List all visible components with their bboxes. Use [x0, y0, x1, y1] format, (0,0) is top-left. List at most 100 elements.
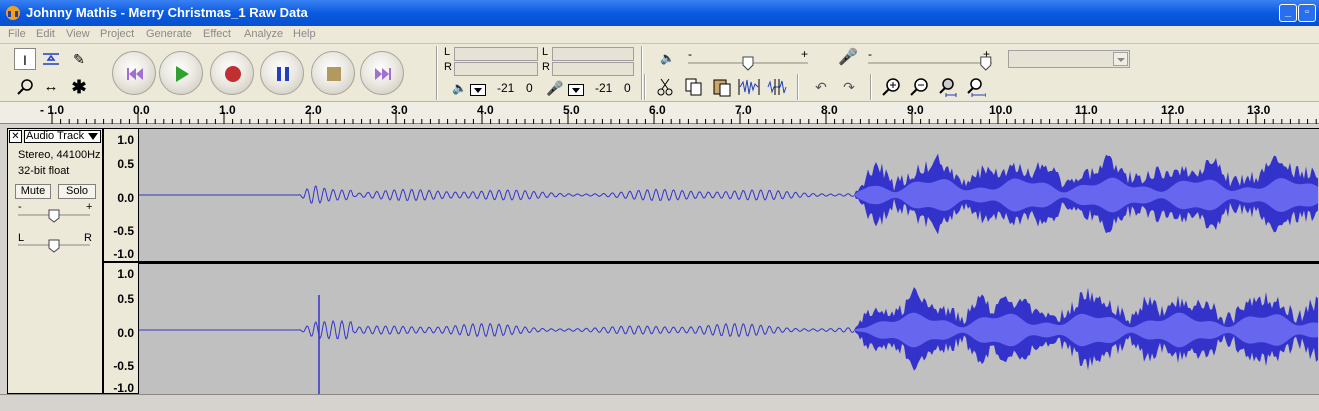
selection-tool-icon[interactable]: I: [14, 48, 36, 70]
waveform-line: [139, 185, 855, 205]
track-name: Audio Track: [26, 130, 85, 142]
ruler-tick: 6.0: [649, 103, 666, 117]
menu-edit[interactable]: Edit: [36, 28, 55, 40]
vtick: -0.5: [113, 224, 134, 238]
zoom-tool-icon[interactable]: [14, 76, 36, 98]
envelope-tool-icon[interactable]: [40, 48, 62, 70]
skip-end-button[interactable]: [360, 51, 404, 95]
waveform-rms: [854, 312, 1318, 348]
vertical-ruler: 1.0 0.5 0.0 -0.5 -1.0 1.0 0.5 0.0 -0.5 -…: [103, 128, 139, 395]
toolbar: I ✎ ↔ ✱ L R 🔈 -21 0 L R 🎤 -21 0 🔈 - + 🎤 …: [0, 44, 1319, 102]
ruler-tick: 4.0: [477, 103, 494, 117]
play-button[interactable]: [159, 51, 203, 95]
separator: [641, 46, 643, 100]
zoom-out-icon[interactable]: [908, 76, 930, 98]
ruler-tick: 9.0: [907, 103, 924, 117]
menu-help[interactable]: Help: [293, 28, 316, 40]
pause-icon: [277, 67, 289, 81]
menu-project[interactable]: Project: [100, 28, 134, 40]
skip-start-icon: [127, 68, 143, 80]
close-icon[interactable]: ✕: [9, 130, 22, 143]
menu-analyze[interactable]: Analyze: [244, 28, 283, 40]
mute-button[interactable]: Mute: [15, 184, 51, 199]
track-area: ✕ Audio Track Stereo, 44100Hz 32-bit flo…: [0, 124, 1319, 395]
fit-selection-icon[interactable]: [936, 76, 958, 98]
ruler-tick: 8.0: [821, 103, 838, 117]
vtick: -1.0: [113, 247, 134, 261]
ruler-tick: 1.0: [219, 103, 236, 117]
ruler-tick: - 1.0: [40, 103, 65, 117]
play-meter-right-bar: [454, 62, 538, 76]
silence-icon[interactable]: [766, 76, 788, 98]
vtick: -1.0: [113, 381, 134, 395]
rec-meter-r: R: [542, 61, 550, 73]
play-meter-db: -21: [497, 81, 515, 95]
menu-file[interactable]: File: [8, 28, 26, 40]
menu-view[interactable]: View: [66, 28, 90, 40]
window-title: Johnny Mathis - Merry Christmas_1 Raw Da…: [26, 5, 308, 20]
solo-button[interactable]: Solo: [58, 184, 96, 199]
timeline-ruler[interactable]: - 1.0 0.0 1.0 2.0 3.0 4.0 5.0 6.0 7.0 8.…: [0, 102, 1319, 124]
track-rate-info: Stereo, 44100Hz: [18, 149, 101, 161]
app-icon: [6, 6, 20, 20]
menu-generate[interactable]: Generate: [146, 28, 192, 40]
maximize-button[interactable]: ▫: [1298, 4, 1316, 22]
record-icon: [225, 66, 241, 82]
play-meter-zero: 0: [526, 81, 533, 95]
separator: [870, 74, 872, 100]
ruler-tick: 12.0: [1161, 103, 1185, 117]
ruler-tick: 5.0: [563, 103, 580, 117]
pause-button[interactable]: [260, 51, 304, 95]
title-bar: Johnny Mathis - Merry Christmas_1 Raw Da…: [0, 0, 1319, 26]
rec-meter-l: L: [542, 46, 549, 58]
stop-button[interactable]: [311, 51, 355, 95]
rec-meter-right-bar: [552, 62, 634, 76]
ruler-tick: 2.0: [305, 103, 322, 117]
status-area: [0, 394, 1319, 411]
microphone-icon: 🎤: [546, 80, 564, 96]
minimize-button[interactable]: _: [1279, 4, 1297, 22]
menu-effect[interactable]: Effect: [203, 28, 231, 40]
trim-icon[interactable]: [738, 76, 760, 98]
track-control-panel: ✕ Audio Track Stereo, 44100Hz 32-bit flo…: [7, 128, 103, 394]
input-volume-slider[interactable]: [868, 55, 992, 71]
undo-icon[interactable]: ↶: [810, 76, 832, 98]
rec-meter-dropdown[interactable]: [568, 84, 584, 96]
track-name-menu[interactable]: Audio Track: [24, 130, 101, 143]
copy-icon[interactable]: [683, 76, 705, 98]
skip-end-icon: [375, 68, 391, 80]
timeshift-tool-icon[interactable]: ↔: [40, 76, 62, 98]
paste-icon[interactable]: [711, 76, 733, 98]
ruler-tick: 13.0: [1247, 103, 1271, 117]
separator: [797, 74, 799, 100]
play-meter-r: R: [444, 61, 452, 73]
multi-tool-icon[interactable]: ✱: [68, 76, 90, 98]
zoom-in-icon[interactable]: [880, 76, 902, 98]
vtick: 0.5: [117, 292, 134, 306]
redo-icon[interactable]: ↷: [838, 76, 860, 98]
cut-icon[interactable]: [654, 76, 676, 98]
pan-slider[interactable]: [18, 239, 90, 253]
ruler-tick: 10.0: [989, 103, 1013, 117]
ruler-tick: 3.0: [391, 103, 408, 117]
skip-start-button[interactable]: [112, 51, 156, 95]
gain-slider[interactable]: [18, 209, 90, 223]
output-volume-slider[interactable]: [688, 55, 808, 71]
ruler-tick: 7.0: [735, 103, 752, 117]
fit-project-icon[interactable]: [964, 76, 986, 98]
rec-meter-db: -21: [595, 81, 613, 95]
play-meter-left-bar: [454, 47, 538, 61]
ruler-tick: 11.0: [1075, 103, 1098, 117]
separator: [436, 46, 438, 100]
stop-icon: [327, 67, 341, 81]
input-volume-icon: 🎤: [838, 49, 858, 66]
waveform-view[interactable]: [139, 128, 1319, 395]
play-meter-dropdown[interactable]: [470, 84, 486, 96]
waveform: [139, 153, 1319, 395]
record-button[interactable]: [210, 51, 254, 95]
draw-tool-icon[interactable]: ✎: [68, 48, 90, 70]
waveform-line: [139, 319, 855, 340]
play-meter-l: L: [444, 46, 451, 58]
vtick: -0.5: [113, 359, 134, 373]
input-source-select[interactable]: [1008, 50, 1130, 68]
